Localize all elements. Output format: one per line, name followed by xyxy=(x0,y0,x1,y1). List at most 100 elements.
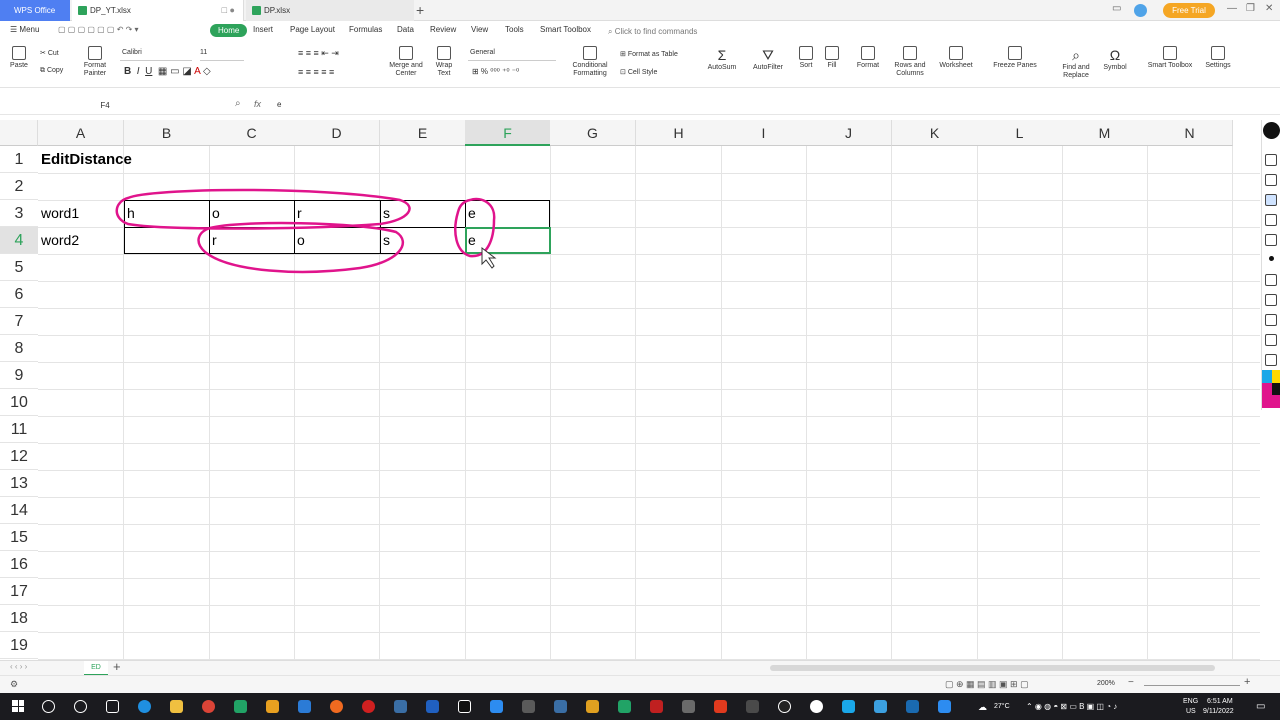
menu-button[interactable]: ☰ Menu xyxy=(10,25,39,34)
view-mode-icons[interactable]: ▢ ⊕ ▦ ▤ ▥ ▣ ⊞ ▢ xyxy=(945,679,1029,690)
lang-indicator[interactable]: ENG xyxy=(1183,698,1198,705)
zoom-level[interactable]: 200% xyxy=(1097,680,1115,687)
restore-icon[interactable]: ❐ xyxy=(1246,3,1255,14)
app-icon[interactable] xyxy=(714,700,727,713)
camera-icon[interactable] xyxy=(1265,334,1277,346)
clipboard-icon[interactable] xyxy=(1265,354,1277,366)
app-icon[interactable] xyxy=(650,700,663,713)
tab-review[interactable]: Review xyxy=(430,25,456,34)
app-icon[interactable] xyxy=(618,700,631,713)
tab-view[interactable]: View xyxy=(471,25,488,34)
spreadsheet-grid[interactable]: ABCDEFGHIJKLMN 1 2 3 4 5 6 7 8 9 10 11 12 13 14 15 16 17… xyxy=(0,120,1260,660)
paste-button[interactable]: Paste xyxy=(8,46,30,70)
number-format-select[interactable]: General xyxy=(468,49,556,61)
clock-date[interactable]: 9/11/2022 xyxy=(1203,708,1234,715)
file-explorer-icon[interactable] xyxy=(170,700,183,713)
windows-start-icon[interactable] xyxy=(12,700,24,712)
trash-icon[interactable] xyxy=(1265,294,1277,306)
tab-tools[interactable]: Tools xyxy=(505,25,524,34)
sheet-nav-arrows[interactable]: ‹ ‹ › › xyxy=(10,662,27,671)
app-icon[interactable] xyxy=(842,700,855,713)
tab-dp-yt[interactable]: DP_YT.xlsx □ ● xyxy=(72,0,244,21)
dot-icon[interactable] xyxy=(1269,256,1274,261)
quick-access-icons[interactable]: ▢ ▢ ▢ ▢ ▢ ▢ ↶ ↷ ▾ xyxy=(58,25,139,34)
new-tab-icon[interactable]: + xyxy=(416,2,424,18)
macro-icon[interactable]: ⚙ xyxy=(10,679,18,690)
autosum-button[interactable]: Σ AutoSum xyxy=(702,46,742,72)
alignment-buttons[interactable]: ≡ ≡ ≡ ⇤ ⇥ xyxy=(298,48,339,59)
tab-insert[interactable]: Insert xyxy=(253,25,273,34)
zoom-in-icon[interactable]: + xyxy=(1244,676,1250,688)
sort-button[interactable]: Sort xyxy=(795,46,817,70)
add-sheet-icon[interactable]: + xyxy=(113,659,121,674)
format-button[interactable]: Format xyxy=(852,46,884,70)
cortana-icon[interactable] xyxy=(74,700,87,713)
tab-dp[interactable]: DP.xlsx xyxy=(246,0,414,21)
copy-button[interactable]: ⧉ Copy xyxy=(40,67,63,75)
text-style-buttons[interactable]: B I U ▦ ▭ ◪ A ◇ xyxy=(124,66,211,77)
app-icon[interactable] xyxy=(746,700,759,713)
app-icon[interactable] xyxy=(362,700,375,713)
app-icon[interactable] xyxy=(874,700,887,713)
close-icon[interactable]: □ ● xyxy=(222,0,235,21)
find-commands-search[interactable]: ⌕ Click to find commands xyxy=(608,27,697,37)
edge-icon[interactable] xyxy=(138,700,151,713)
app-icon[interactable] xyxy=(778,700,791,713)
conditional-formatting-button[interactable]: Conditional Formatting xyxy=(566,46,614,78)
app-icon[interactable] xyxy=(394,700,407,713)
autofilter-button[interactable]: ⛛ AutoFilter xyxy=(748,46,788,72)
app-icon[interactable] xyxy=(810,700,823,713)
chrome-icon[interactable] xyxy=(202,700,215,713)
app-icon[interactable] xyxy=(426,700,439,713)
tray-icons[interactable]: ⌃ ◉ ◍ ◓ ⊠ ▭ B ▣ ◫ ◔ ♪ xyxy=(1026,702,1117,711)
number-format-buttons[interactable]: ⊞ % ⁰⁰⁰ ⁺⁰ ⁻⁰ xyxy=(472,67,519,76)
intellij-icon[interactable] xyxy=(458,700,471,713)
symbol-button[interactable]: Ω Symbol xyxy=(1098,46,1132,72)
tab-page-layout[interactable]: Page Layout xyxy=(290,25,335,34)
zoom-out-icon[interactable]: − xyxy=(1128,677,1134,688)
fx-icon[interactable]: fx xyxy=(254,99,261,109)
search-icon[interactable] xyxy=(42,700,55,713)
excel-icon[interactable] xyxy=(234,700,247,713)
merge-center-button[interactable]: Merge and Center xyxy=(385,46,427,78)
app-icon[interactable] xyxy=(938,700,951,713)
clock-time[interactable]: 6:51 AM xyxy=(1207,698,1233,705)
layout-icon[interactable]: ▭ xyxy=(1112,3,1121,14)
pen-icon[interactable] xyxy=(1265,194,1277,206)
wps-office-tab[interactable]: WPS Office xyxy=(0,0,70,21)
zoom-slider[interactable] xyxy=(1144,685,1240,686)
eraser-icon[interactable] xyxy=(1265,234,1277,246)
wrap-text-button[interactable]: Wrap Text xyxy=(432,46,456,78)
settings-button[interactable]: Settings xyxy=(1200,46,1236,70)
app-icon[interactable] xyxy=(682,700,695,713)
zoom-formula-icon[interactable]: ⌕ xyxy=(235,98,241,109)
app-icon[interactable] xyxy=(522,700,535,713)
tab-home[interactable]: Home xyxy=(210,24,248,37)
notification-icon[interactable]: ▭ xyxy=(1256,701,1265,712)
task-view-icon[interactable] xyxy=(106,700,119,713)
undo-icon[interactable] xyxy=(1265,274,1277,286)
app-icon[interactable] xyxy=(490,700,503,713)
sheet-tab-ed[interactable]: ED xyxy=(84,661,108,676)
font-size-select[interactable]: 11 xyxy=(200,49,244,61)
formula-input[interactable]: e xyxy=(277,100,281,109)
tab-data[interactable]: Data xyxy=(397,25,414,34)
format-painter-button[interactable]: Format Painter xyxy=(80,46,110,78)
rows-columns-button[interactable]: Rows and Columns xyxy=(890,46,930,78)
sublime-icon[interactable] xyxy=(266,700,279,713)
format-as-table-button[interactable]: ⊞ Format as Table xyxy=(620,50,678,58)
smart-toolbox-button[interactable]: Smart Toolbox xyxy=(1142,46,1198,70)
weather-temp[interactable]: 27°C xyxy=(994,703,1010,710)
font-name-select[interactable]: Calibri xyxy=(120,49,192,61)
app-icon[interactable] xyxy=(330,700,343,713)
app-icon[interactable] xyxy=(906,700,919,713)
horizontal-scrollbar[interactable] xyxy=(770,665,1215,671)
close-window-icon[interactable]: ✕ xyxy=(1265,3,1273,14)
cut-button[interactable]: ✂ Cut xyxy=(40,49,59,57)
minimize-icon[interactable]: — xyxy=(1227,3,1237,14)
avatar[interactable] xyxy=(1134,4,1147,17)
freeze-panes-button[interactable]: Freeze Panes xyxy=(990,46,1040,70)
tab-formulas[interactable]: Formulas xyxy=(349,25,382,34)
color-palette[interactable] xyxy=(1262,370,1280,408)
weather-icon[interactable]: ☁ xyxy=(978,702,987,713)
